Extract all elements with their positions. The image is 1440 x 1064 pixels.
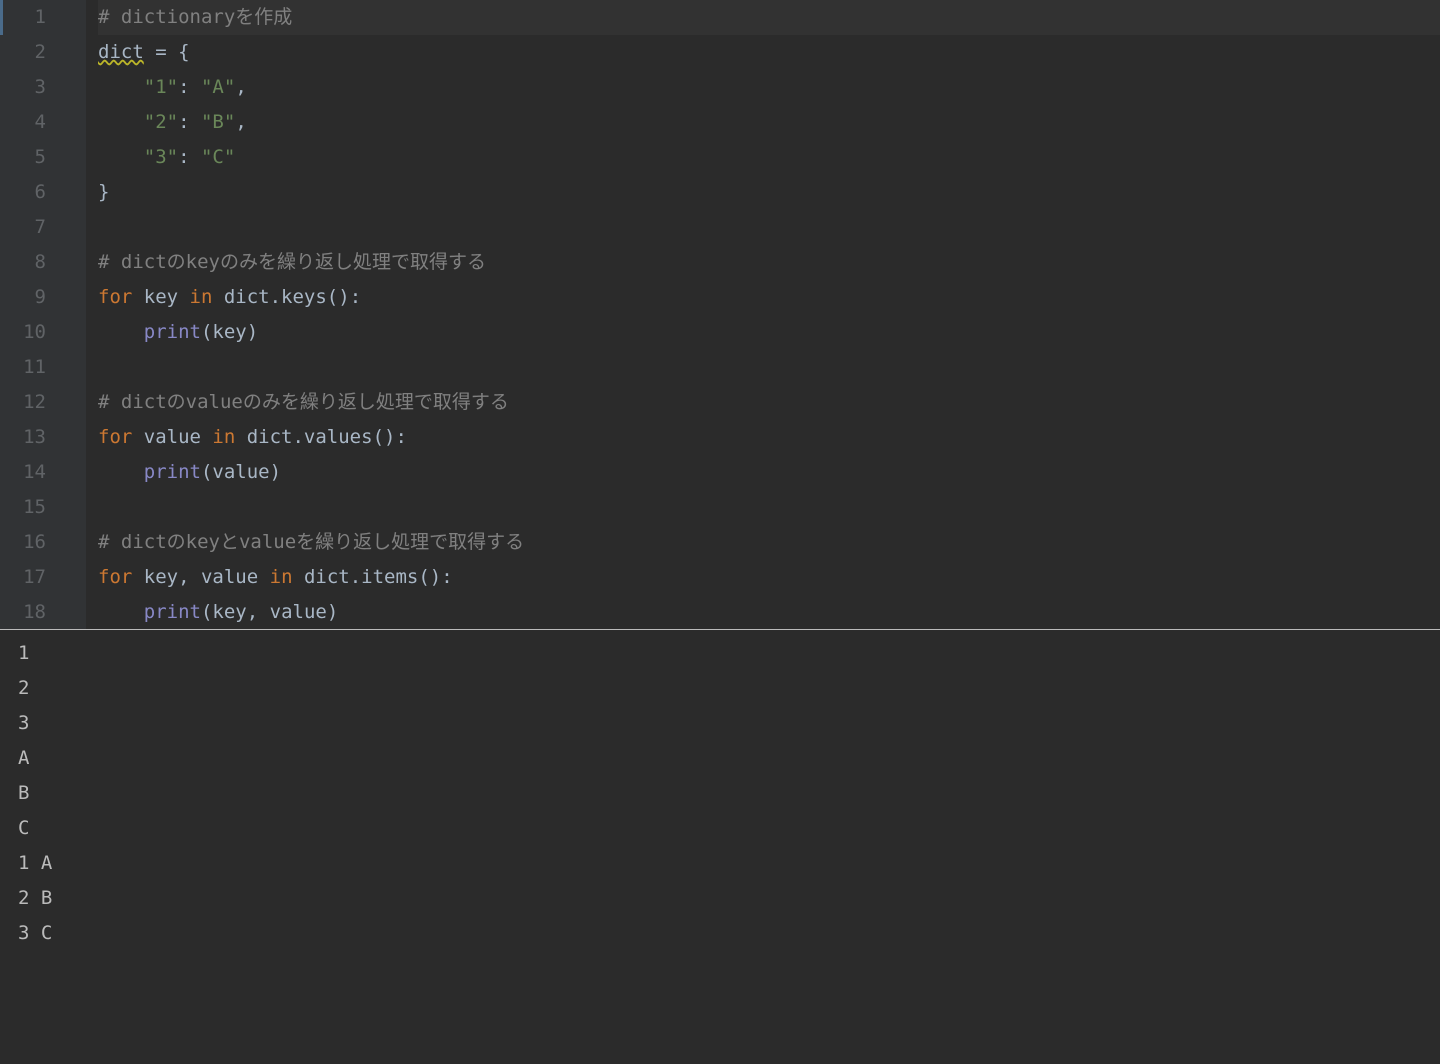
code-token: for <box>98 566 144 588</box>
code-token: "3" <box>144 146 178 168</box>
code-token: , <box>235 111 246 133</box>
code-token: = { <box>144 41 190 63</box>
line-number[interactable]: 2 <box>0 35 46 70</box>
output-line: B <box>18 776 1440 811</box>
output-pane[interactable]: 123ABC1 A2 B3 C <box>0 630 1440 1064</box>
code-line[interactable]: # dictのvalueのみを繰り返し処理で取得する <box>98 385 1440 420</box>
code-token: , <box>178 566 189 588</box>
code-token: (value) <box>201 461 281 483</box>
code-line[interactable] <box>98 350 1440 385</box>
line-number[interactable]: 15 <box>0 490 46 525</box>
code-token: "C" <box>201 146 235 168</box>
code-line[interactable]: print(key, value) <box>98 595 1440 630</box>
line-number-gutter[interactable]: 123456789101112131415161718 <box>0 0 58 629</box>
code-line[interactable]: # dictのkeyとvalueを繰り返し処理で取得する <box>98 525 1440 560</box>
code-token: in <box>270 566 304 588</box>
line-number[interactable]: 4 <box>0 105 46 140</box>
code-token: # dictionaryを作成 <box>98 6 292 28</box>
code-token: dict.keys(): <box>224 286 361 308</box>
code-token: # dictのkeyとvalueを繰り返し処理で取得する <box>98 531 524 553</box>
code-token: print <box>144 461 201 483</box>
code-token: , <box>247 601 258 623</box>
code-area[interactable]: # dictionaryを作成 dict = { "1": "A", "2": "… <box>86 0 1440 629</box>
code-token: "1" <box>144 76 178 98</box>
code-token: # dictのkeyのみを繰り返し処理で取得する <box>98 251 486 273</box>
code-token: value <box>144 426 213 448</box>
line-number[interactable]: 1 <box>0 0 46 35</box>
line-number[interactable]: 5 <box>0 140 46 175</box>
code-line[interactable]: "2": "B", <box>98 105 1440 140</box>
code-line[interactable]: for value in dict.values(): <box>98 420 1440 455</box>
code-token: for <box>98 286 144 308</box>
code-token: dict.items(): <box>304 566 453 588</box>
code-token: # dictのvalueのみを繰り返し処理で取得する <box>98 391 509 413</box>
line-number[interactable]: 6 <box>0 175 46 210</box>
code-token: "B" <box>201 111 235 133</box>
output-line: 2 <box>18 671 1440 706</box>
line-number[interactable]: 3 <box>0 70 46 105</box>
line-number[interactable]: 14 <box>0 455 46 490</box>
line-number[interactable]: 13 <box>0 420 46 455</box>
code-line[interactable]: for key in dict.keys(): <box>98 280 1440 315</box>
selection-edge <box>0 0 3 35</box>
code-line[interactable]: # dictionaryを作成 <box>98 0 1440 35</box>
code-line[interactable]: # dictのkeyのみを繰り返し処理で取得する <box>98 245 1440 280</box>
code-token: in <box>212 426 246 448</box>
fold-column[interactable] <box>58 0 86 629</box>
line-number[interactable]: 9 <box>0 280 46 315</box>
code-token <box>98 146 144 168</box>
code-token: : <box>178 146 201 168</box>
code-line[interactable]: print(value) <box>98 455 1440 490</box>
code-token: (key <box>201 601 247 623</box>
code-token <box>98 111 144 133</box>
line-number[interactable]: 16 <box>0 525 46 560</box>
code-token: , <box>235 76 246 98</box>
code-token: dict <box>98 41 144 63</box>
code-token: : <box>178 76 201 98</box>
code-token: value <box>190 566 270 588</box>
output-line: C <box>18 811 1440 846</box>
code-token: "A" <box>201 76 235 98</box>
output-line: 1 A <box>18 846 1440 881</box>
output-line: 3 <box>18 706 1440 741</box>
code-line[interactable] <box>98 210 1440 245</box>
line-number[interactable]: 7 <box>0 210 46 245</box>
line-number[interactable]: 17 <box>0 560 46 595</box>
line-number[interactable]: 8 <box>0 245 46 280</box>
code-token: dict.values(): <box>247 426 407 448</box>
line-number[interactable]: 10 <box>0 315 46 350</box>
output-line: A <box>18 741 1440 776</box>
code-token <box>98 601 144 623</box>
code-token: key <box>144 286 190 308</box>
output-line: 1 <box>18 636 1440 671</box>
code-token: (key) <box>201 321 258 343</box>
line-number[interactable]: 11 <box>0 350 46 385</box>
code-line[interactable]: } <box>98 175 1440 210</box>
code-token <box>98 461 144 483</box>
code-token <box>98 321 144 343</box>
code-line[interactable] <box>98 490 1440 525</box>
editor-pane[interactable]: 123456789101112131415161718 # dictionary… <box>0 0 1440 630</box>
code-line[interactable]: "3": "C" <box>98 140 1440 175</box>
code-line[interactable]: for key, value in dict.items(): <box>98 560 1440 595</box>
code-token: } <box>98 181 109 203</box>
code-token <box>98 76 144 98</box>
code-token: : <box>178 111 201 133</box>
line-number[interactable]: 12 <box>0 385 46 420</box>
code-token: print <box>144 321 201 343</box>
output-line: 3 C <box>18 916 1440 951</box>
code-token: "2" <box>144 111 178 133</box>
line-number[interactable]: 18 <box>0 595 46 630</box>
code-token: for <box>98 426 144 448</box>
code-line[interactable]: print(key) <box>98 315 1440 350</box>
code-token: print <box>144 601 201 623</box>
code-token: key <box>144 566 178 588</box>
code-line[interactable]: "1": "A", <box>98 70 1440 105</box>
code-token: value) <box>258 601 338 623</box>
output-line: 2 B <box>18 881 1440 916</box>
code-line[interactable]: dict = { <box>98 35 1440 70</box>
code-token: in <box>190 286 224 308</box>
